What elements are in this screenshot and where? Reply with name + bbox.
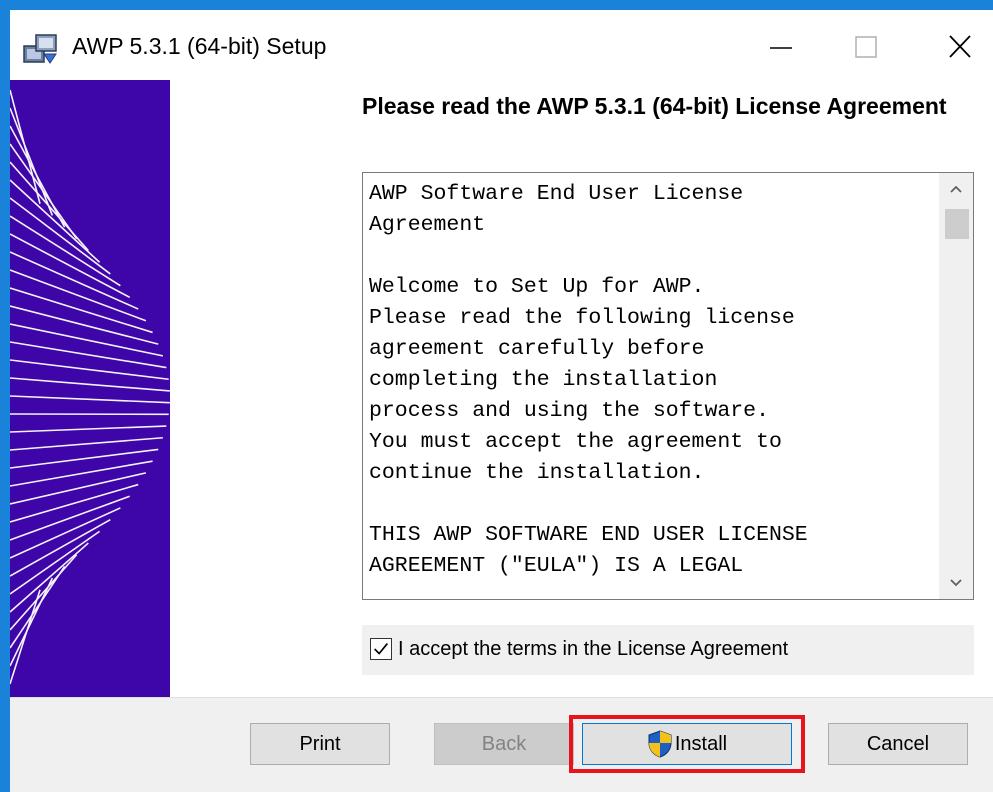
scroll-down-arrow-icon[interactable] <box>939 567 973 599</box>
cancel-label: Cancel <box>866 732 930 755</box>
checkmark-icon <box>374 643 388 655</box>
back-button: Back <box>434 723 574 765</box>
accept-checkbox[interactable] <box>370 638 392 660</box>
scroll-thumb[interactable] <box>945 209 969 239</box>
scroll-up-arrow-icon[interactable] <box>939 173 973 205</box>
license-heading: Please read the AWP 5.3.1 (64-bit) Licen… <box>362 93 947 119</box>
window-title: AWP 5.3.1 (64-bit) Setup <box>72 33 327 59</box>
close-icon[interactable] <box>930 26 990 68</box>
cancel-button[interactable]: Cancel <box>828 723 968 765</box>
title-bar[interactable]: AWP 5.3.1 (64-bit) Setup <box>10 10 993 80</box>
window-frame-top <box>0 0 993 10</box>
button-bar: Print Back Install Cancel <box>10 697 993 792</box>
license-text: AWP Software End User License Agreement … <box>369 182 808 578</box>
setup-window: AWP 5.3.1 (64-bit) Setup Please read the… <box>0 0 993 792</box>
banner-graphic <box>10 80 170 697</box>
vertical-scrollbar[interactable] <box>939 173 973 599</box>
window-frame-left <box>0 0 10 792</box>
install-highlight-box <box>569 715 805 773</box>
print-button[interactable]: Print <box>250 723 390 765</box>
installer-icon <box>23 34 57 64</box>
dialog-content: Please read the AWP 5.3.1 (64-bit) Licen… <box>10 80 993 697</box>
accept-terms-label[interactable]: I accept the terms in the License Agreem… <box>398 637 788 661</box>
maximize-icon[interactable] <box>836 26 896 68</box>
minimize-icon[interactable] <box>750 26 810 68</box>
accept-terms-row[interactable]: I accept the terms in the License Agreem… <box>362 625 974 675</box>
back-label: Back <box>481 732 527 755</box>
print-label: Print <box>299 732 341 755</box>
license-text-box[interactable]: AWP Software End User License Agreement … <box>362 172 974 600</box>
